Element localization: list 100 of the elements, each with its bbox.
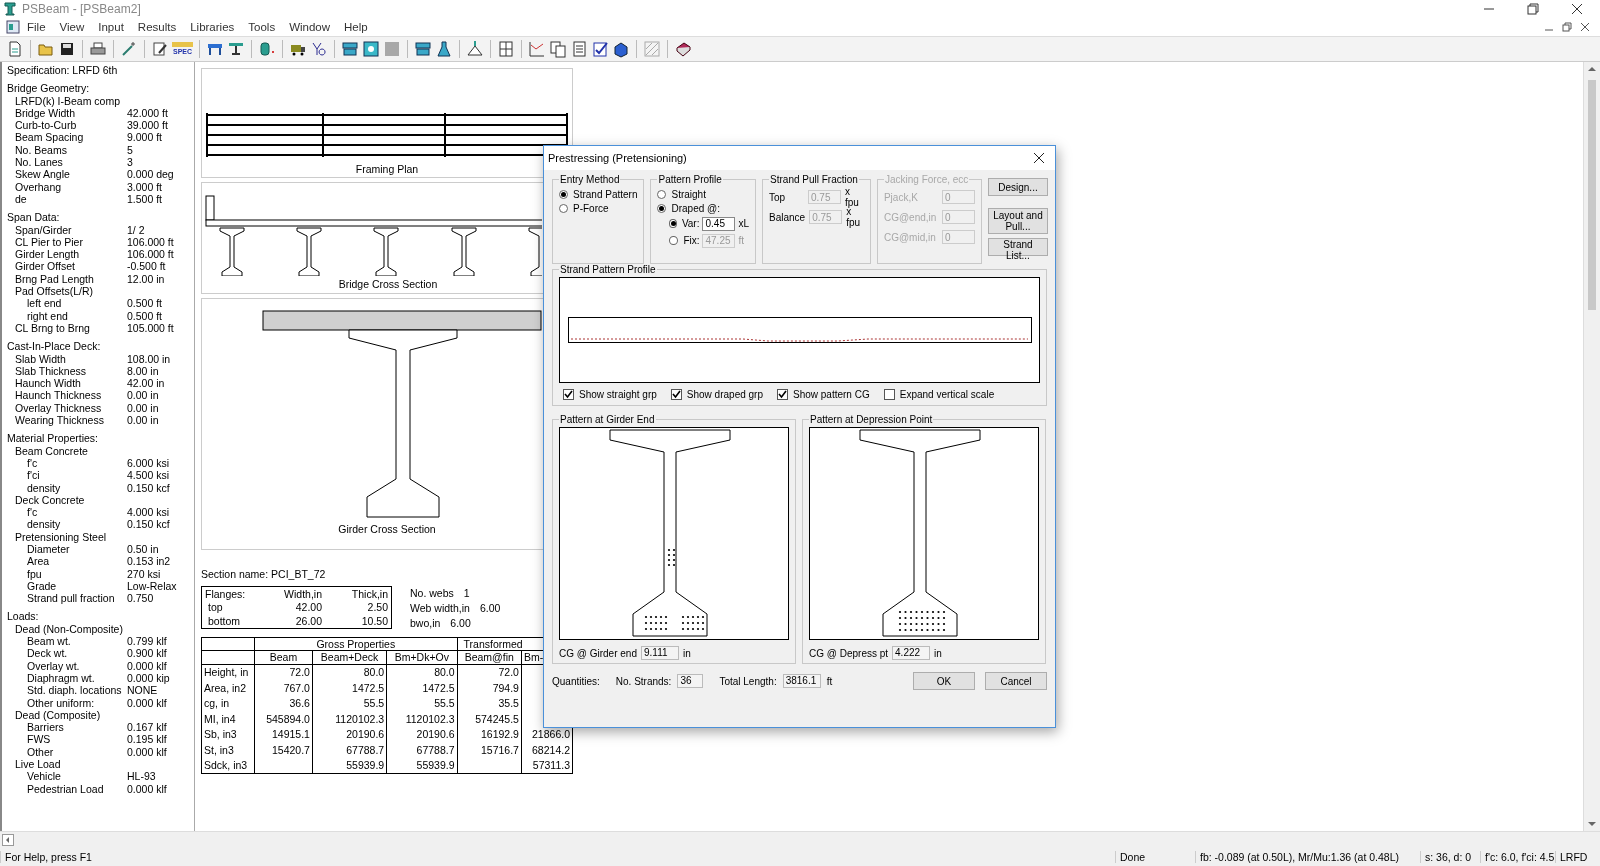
menu-item[interactable]: Help [337, 21, 375, 33]
group-label: Strand Pattern Profile [559, 264, 657, 275]
stand-icon[interactable] [227, 40, 246, 58]
checkbox[interactable]: Show draped grp [670, 389, 763, 400]
menu-item[interactable]: File [20, 21, 53, 33]
section-heading: Span Data: [6, 211, 61, 224]
graph-icon[interactable] [528, 40, 547, 58]
property-label: f'ci [26, 469, 41, 482]
property-label: Dead (Composite) [14, 708, 102, 722]
property-value: 5 [127, 143, 133, 157]
property-value: 0.799 klf [127, 635, 167, 648]
table-cell: 20190.6 [416, 728, 455, 741]
field-label: Pjack,K [883, 191, 919, 203]
property-label: Pedestrian Load [26, 782, 105, 795]
property-label: Girder Offset [14, 260, 76, 273]
triangle-icon[interactable] [466, 40, 485, 58]
table-cell: Area, in2 [204, 681, 247, 694]
property-label: density [26, 481, 62, 494]
table-cell: 2.50 [325, 600, 392, 615]
document-icon[interactable] [6, 20, 20, 34]
menu-item[interactable]: Window [282, 21, 338, 33]
menu-item[interactable]: View [52, 21, 92, 33]
table-cell-text: 42.00 [294, 600, 323, 615]
close-icon[interactable] [1033, 152, 1045, 164]
property-label: right end [26, 309, 69, 322]
symbols-icon[interactable] [310, 40, 329, 58]
number-field[interactable]: 0.45 [702, 216, 736, 231]
property-value: 39.000 ft [127, 119, 168, 132]
checkbox[interactable]: Show straight grp [563, 389, 657, 400]
cube-icon[interactable] [612, 40, 631, 58]
checkbox[interactable]: Show pattern CG [777, 389, 870, 400]
close-icon[interactable] [1571, 3, 1583, 15]
scrollbar-thumb[interactable] [1588, 80, 1596, 310]
printer-icon[interactable] [89, 40, 107, 58]
property-label: Deck Concrete [14, 493, 86, 507]
table-header: Gross Properties [254, 637, 458, 651]
property-label: Area [26, 555, 51, 568]
group-label: Pattern at Depression Point [809, 414, 934, 425]
pencil-icon[interactable] [151, 40, 169, 58]
property-value: 0.900 klf [127, 647, 167, 660]
copy-icon[interactable] [549, 40, 568, 58]
restore-icon[interactable] [1527, 3, 1539, 15]
document-icon[interactable] [6, 40, 24, 58]
flask-icon[interactable] [435, 40, 454, 58]
menu-item[interactable]: Results [130, 21, 184, 33]
web-label: Web width,in [410, 602, 470, 614]
menu-item[interactable]: Tools [241, 21, 283, 33]
property-value: 1/ 2 [127, 223, 145, 236]
radio-button[interactable]: Strand Pattern [559, 187, 638, 201]
radio-button[interactable]: Var: [669, 216, 700, 231]
property-value: 0.000 klf [127, 696, 167, 709]
property-label: Overhang [14, 180, 63, 193]
map-icon[interactable] [362, 40, 381, 58]
beam-icon[interactable] [341, 40, 360, 58]
field-label: Total Length: [719, 675, 777, 687]
scroll-down-icon[interactable] [1588, 821, 1596, 827]
table-cell: 72.0 [289, 666, 310, 679]
property-value: 3.000 ft [127, 180, 163, 193]
section-heading: Loads: [6, 610, 40, 623]
property-value: 0.750 [127, 592, 154, 605]
property-label: density [26, 518, 62, 531]
book-icon[interactable] [674, 40, 693, 58]
status-text: Done [1115, 851, 1195, 863]
wand-icon[interactable] [120, 40, 138, 58]
property-value: 1.500 ft [127, 192, 163, 206]
property-value: 0.150 kcf [127, 518, 170, 531]
radio-button[interactable]: Straight [657, 187, 750, 201]
dialog-button[interactable]: Design... [987, 178, 1048, 196]
vertical-scrollbar[interactable] [1583, 62, 1600, 831]
property-label: Overlay Thickness [14, 401, 103, 414]
status-text: For Help, press F1 [0, 851, 1115, 863]
dialog-button[interactable]: OK [913, 672, 975, 690]
table-cell: MI, in4 [204, 712, 236, 725]
scroll-up-icon[interactable] [1588, 66, 1596, 72]
checkbox[interactable]: Expand vertical scale [883, 389, 995, 400]
restore-icon[interactable] [1562, 22, 1572, 32]
save-icon[interactable] [58, 40, 76, 58]
web-value: 1 [463, 587, 470, 599]
dialog-button[interactable]: Layout and Pull... [987, 208, 1048, 234]
property-value: 0.500 ft [127, 309, 163, 322]
radio-button[interactable]: P-Force [559, 201, 638, 215]
cylinder-icon[interactable] [258, 40, 277, 58]
menu-item[interactable]: Libraries [183, 21, 242, 33]
section-heading: Bridge Geometry: [6, 82, 91, 95]
dialog-button[interactable]: Cancel [985, 672, 1047, 690]
grid-icon[interactable] [497, 40, 516, 58]
table-cell: St, in3 [204, 743, 234, 756]
radio-button[interactable]: Draped @: [657, 201, 750, 215]
property-value: 0.000 kip [127, 671, 170, 685]
close-icon[interactable] [1580, 22, 1590, 32]
scroll-left-icon[interactable] [2, 834, 14, 846]
beam-icon[interactable] [414, 40, 433, 58]
web-value: 6.00 [479, 602, 501, 614]
property-label: Grade [26, 579, 58, 593]
checklist-icon[interactable] [591, 40, 610, 58]
property-value: 0.00 in [127, 389, 159, 402]
menu-item[interactable]: Input [91, 21, 131, 33]
property-label: Skew Angle [14, 168, 71, 181]
value-field: 4.222 [892, 646, 931, 660]
property-value: 0.00 in [127, 401, 159, 414]
